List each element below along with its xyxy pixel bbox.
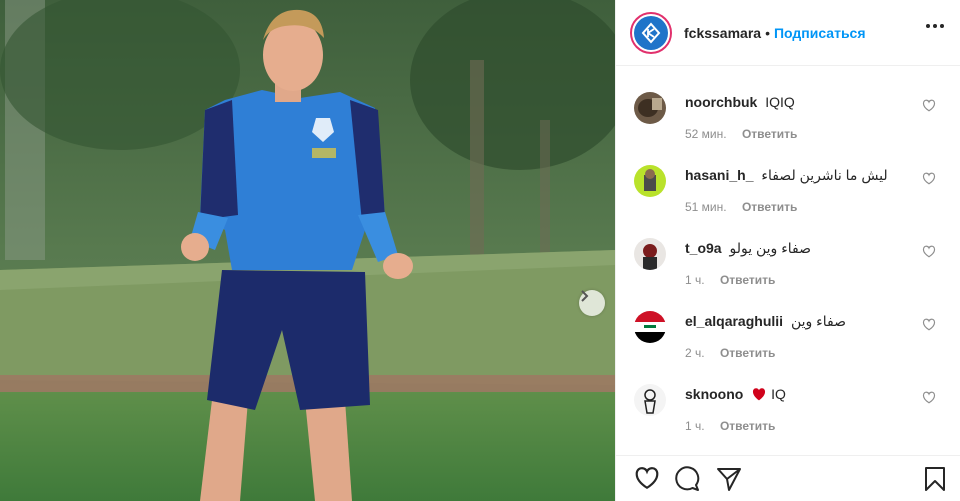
comment-body: IQ xyxy=(771,386,786,402)
heart-icon[interactable] xyxy=(922,391,936,404)
comment-username[interactable]: hasani_h_ xyxy=(685,167,753,183)
author-avatar[interactable] xyxy=(630,11,672,54)
header-separator: • xyxy=(765,24,770,41)
comment-meta: 52 мин. Ответить xyxy=(685,127,797,141)
comment-time: 1 ч. xyxy=(685,273,705,287)
heart-icon[interactable] xyxy=(922,245,936,258)
commenter-avatar[interactable] xyxy=(634,92,666,124)
comment-time: 51 мин. xyxy=(685,200,727,214)
club-logo-icon xyxy=(641,21,661,44)
comment-item: el_alqaraghulii صفاء وين 2 ч. Ответить xyxy=(616,303,960,376)
comment-username[interactable]: el_alqaraghulii xyxy=(685,313,783,329)
comment-text: el_alqaraghulii صفاء وين xyxy=(685,313,846,330)
follow-button[interactable]: Подписаться xyxy=(774,25,866,41)
comment-username[interactable]: sknoono xyxy=(685,386,743,402)
reply-button[interactable]: Ответить xyxy=(742,200,797,214)
comment-body: ليش ما ناشرين لصفاء xyxy=(761,167,888,183)
reply-button[interactable]: Ответить xyxy=(742,127,797,141)
heart-icon[interactable] xyxy=(922,318,936,331)
comment-item: t_o9a صفاء وين يولو 1 ч. Ответить xyxy=(616,230,960,303)
commenter-avatar[interactable] xyxy=(634,384,666,416)
comment-text: hasani_h_ ليش ما ناشرين لصفاء xyxy=(685,167,888,184)
comment-time: 1 ч. xyxy=(685,419,705,433)
more-options-icon[interactable] xyxy=(926,24,944,28)
comments-list: noorchbuk IQIQ 52 мин. Ответить hasani_h… xyxy=(616,84,960,449)
comment-username[interactable]: noorchbuk xyxy=(685,94,757,110)
reply-button[interactable]: Ответить xyxy=(720,419,775,433)
comment-time: 2 ч. xyxy=(685,346,705,360)
post-action-bar xyxy=(616,455,960,501)
comment-text: noorchbuk IQIQ xyxy=(685,94,795,110)
comment-time: 52 мин. xyxy=(685,127,727,141)
reply-button[interactable]: Ответить xyxy=(720,346,775,360)
commenter-avatar[interactable] xyxy=(634,311,666,343)
comment-item: hasani_h_ ليش ما ناشرين لصفاء 51 мин. От… xyxy=(616,157,960,230)
chevron-right-icon xyxy=(581,290,589,302)
comment-meta: 51 мин. Ответить xyxy=(685,200,797,214)
heart-icon[interactable] xyxy=(634,466,660,490)
comment-username[interactable]: t_o9a xyxy=(685,240,722,256)
comment-meta: 2 ч. Ответить xyxy=(685,346,775,360)
heart-icon[interactable] xyxy=(922,99,936,112)
author-username[interactable]: fckssamara xyxy=(684,25,761,41)
photo-footballer-image xyxy=(0,0,615,501)
comment-meta: 1 ч. Ответить xyxy=(685,273,775,287)
reply-button[interactable]: Ответить xyxy=(720,273,775,287)
next-photo-button[interactable] xyxy=(579,290,605,316)
red-heart-emoji-icon xyxy=(753,388,766,401)
comment-body: IQIQ xyxy=(765,94,795,110)
iraq-flag-icon xyxy=(634,311,666,343)
comment-body: صفاء وين يولو xyxy=(729,240,812,256)
post-side-panel: fckssamara • Подписаться noorchbuk IQIQ … xyxy=(615,0,960,501)
bookmark-icon[interactable] xyxy=(924,466,946,492)
comment-body: صفاء وين xyxy=(790,313,846,329)
comment-item: noorchbuk IQIQ 52 мин. Ответить xyxy=(616,84,960,157)
comment-icon[interactable] xyxy=(674,466,700,492)
comment-item: sknoono IQ 1 ч. Ответить xyxy=(616,376,960,449)
post-photo[interactable] xyxy=(0,0,615,501)
comment-text: t_o9a صفاء وين يولو xyxy=(685,240,811,257)
share-icon[interactable] xyxy=(716,466,742,492)
post-header: fckssamara • Подписаться xyxy=(616,0,960,66)
comment-meta: 1 ч. Ответить xyxy=(685,419,775,433)
comment-text: sknoono IQ xyxy=(685,386,786,402)
commenter-avatar[interactable] xyxy=(634,238,666,270)
commenter-avatar[interactable] xyxy=(634,165,666,197)
heart-icon[interactable] xyxy=(922,172,936,185)
